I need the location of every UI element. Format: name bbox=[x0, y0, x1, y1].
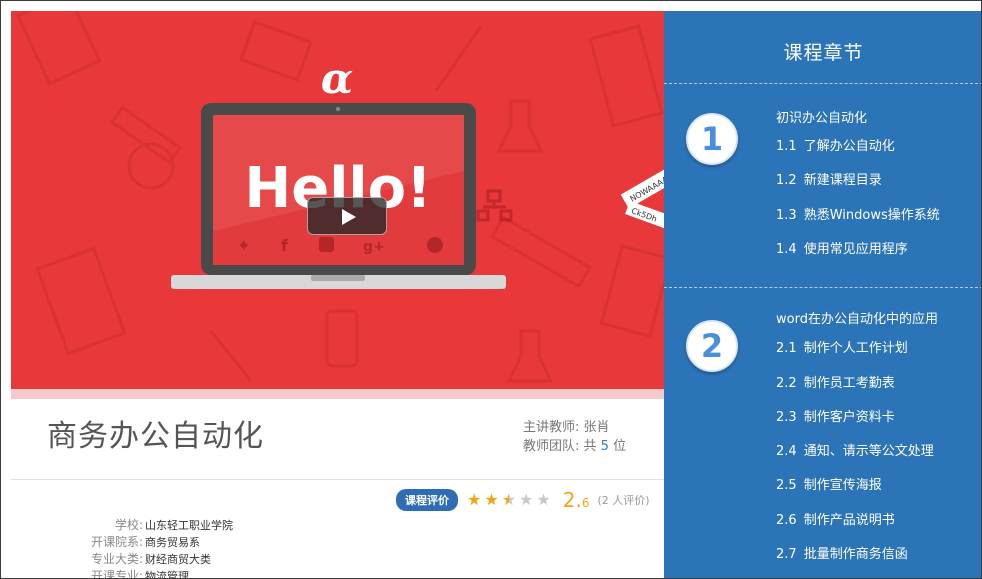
lesson-title: 制作产品说明书 bbox=[803, 513, 895, 528]
lesson-number: 2.4 bbox=[776, 444, 797, 459]
lesson-number: 1.1 bbox=[776, 139, 797, 154]
lesson-link[interactable]: 2.4 通知、请示等公文处理 bbox=[776, 440, 934, 459]
lesson-link[interactable]: 2.2 制作员工考勤表 bbox=[776, 372, 895, 391]
lesson-title: 了解办公自动化 bbox=[803, 139, 895, 154]
svg-text:g+: g+ bbox=[363, 239, 385, 255]
lesson-link[interactable]: 1.4 使用常见应用程序 bbox=[776, 238, 908, 257]
lesson-title: 制作员工考勤表 bbox=[803, 376, 895, 391]
teacher-name: 张肖 bbox=[583, 420, 610, 435]
star-icon[interactable]: ★ bbox=[536, 492, 550, 508]
alpha-logo: α bbox=[321, 54, 353, 103]
lesson-number: 2.3 bbox=[776, 410, 797, 425]
video-progress-strip bbox=[11, 389, 664, 399]
meta-row: 学校: 山东轻工职业学院 bbox=[61, 517, 233, 534]
chapter-number-badge: 1 bbox=[686, 113, 738, 165]
lesson-number: 1.4 bbox=[776, 242, 797, 257]
page-frame: α Hello! ✦ f g+ NOWAAAA Ck5Dh 商务办公自动化 主讲… bbox=[0, 0, 982, 579]
lesson-title: 使用常见应用程序 bbox=[803, 242, 908, 257]
meta-row: 专业大类: 财经商贸大类 bbox=[61, 551, 233, 568]
star-icon[interactable]: ★ bbox=[519, 492, 533, 508]
lesson-link[interactable]: 2.7 批量制作商务信函 bbox=[776, 543, 908, 562]
star-icon[interactable]: ★ bbox=[502, 492, 516, 508]
meta-value: 财经商贸大类 bbox=[145, 553, 211, 566]
svg-text:f: f bbox=[281, 236, 289, 255]
sidebar-title: 课程章节 bbox=[783, 42, 864, 64]
chapter-number-badge: 2 bbox=[686, 320, 738, 372]
rating-stars: ★ ★ ★ ★ ★ bbox=[467, 492, 551, 508]
lesson-link[interactable]: 1.2 新建课程目录 bbox=[776, 169, 882, 188]
lesson-title: 制作宣传海报 bbox=[803, 478, 882, 493]
svg-text:✦: ✦ bbox=[237, 236, 250, 255]
rating-score: 2.6 bbox=[562, 488, 590, 512]
chapter-title[interactable]: word在办公自动化中的应用 bbox=[776, 308, 938, 327]
course-title: 商务办公自动化 bbox=[47, 419, 264, 454]
star-icon[interactable]: ★ bbox=[467, 492, 481, 508]
lesson-title: 批量制作商务信函 bbox=[803, 547, 908, 562]
meta-label: 开课院系: bbox=[90, 535, 143, 549]
meta-label: 学校: bbox=[114, 518, 143, 532]
lesson-number: 1.2 bbox=[776, 173, 797, 188]
rating-badge[interactable]: 课程评价 bbox=[396, 489, 458, 511]
video-player[interactable]: α Hello! ✦ f g+ NOWAAAA Ck5Dh bbox=[11, 11, 664, 389]
lesson-link[interactable]: 1.1 了解办公自动化 bbox=[776, 135, 895, 154]
divider bbox=[664, 83, 981, 84]
lesson-number: 2.1 bbox=[776, 341, 797, 356]
play-button[interactable] bbox=[307, 197, 387, 235]
teacher-label: 主讲教师: bbox=[523, 420, 580, 435]
lesson-link[interactable]: 1.3 熟悉Windows操作系统 bbox=[776, 204, 940, 223]
lesson-title: 通知、请示等公文处理 bbox=[803, 444, 934, 459]
lesson-title: 制作客户资料卡 bbox=[803, 410, 895, 425]
teacher-info: 主讲教师: 张肖 教师团队: 共 5 位 bbox=[523, 418, 626, 456]
chapter-title[interactable]: 初识办公自动化 bbox=[776, 107, 867, 126]
meta-row: 开课院系: 商务贸易系 bbox=[61, 534, 233, 551]
lesson-number: 2.5 bbox=[776, 478, 797, 493]
meta-row: 开课专业: 物流管理 bbox=[61, 568, 233, 579]
lesson-link[interactable]: 2.1 制作个人工作计划 bbox=[776, 337, 908, 356]
lesson-number: 2.7 bbox=[776, 547, 797, 562]
meta-value: 山东轻工职业学院 bbox=[145, 519, 233, 532]
divider bbox=[664, 287, 981, 288]
lesson-link[interactable]: 2.6 制作产品说明书 bbox=[776, 509, 895, 528]
meta-label: 专业大类: bbox=[90, 552, 143, 566]
rating-row: 课程评价 ★ ★ ★ ★ ★ 2.6 (2 人评价) bbox=[396, 488, 650, 512]
star-icon[interactable]: ★ bbox=[484, 492, 498, 508]
lesson-link[interactable]: 2.3 制作客户资料卡 bbox=[776, 406, 895, 425]
meta-label: 开课专业: bbox=[90, 569, 143, 579]
team-prefix: 教师团队: 共 bbox=[523, 439, 597, 454]
course-meta: 学校: 山东轻工职业学院 开课院系: 商务贸易系 专业大类: 财经商贸大类 开课专业: 物流管… bbox=[61, 517, 233, 579]
team-suffix: 位 bbox=[613, 439, 627, 454]
lesson-title: 熟悉Windows操作系统 bbox=[803, 208, 940, 223]
rating-count: (2 人评价) bbox=[597, 494, 650, 507]
divider bbox=[11, 479, 664, 480]
lesson-title: 新建课程目录 bbox=[803, 173, 882, 188]
meta-value: 物流管理 bbox=[145, 570, 189, 579]
play-icon bbox=[342, 209, 356, 225]
lesson-number: 1.3 bbox=[776, 208, 797, 223]
lesson-number: 2.2 bbox=[776, 376, 797, 391]
lesson-number: 2.6 bbox=[776, 513, 797, 528]
meta-value: 商务贸易系 bbox=[145, 536, 200, 549]
lesson-link[interactable]: 2.5 制作宣传海报 bbox=[776, 474, 882, 493]
team-count[interactable]: 5 bbox=[601, 439, 609, 454]
lesson-title: 制作个人工作计划 bbox=[803, 341, 908, 356]
chapter-sidebar: 课程章节 1 初识办公自动化 1.1 了解办公自动化 1.2 新建课程目录 1.3 熟悉Win… bbox=[664, 11, 981, 578]
